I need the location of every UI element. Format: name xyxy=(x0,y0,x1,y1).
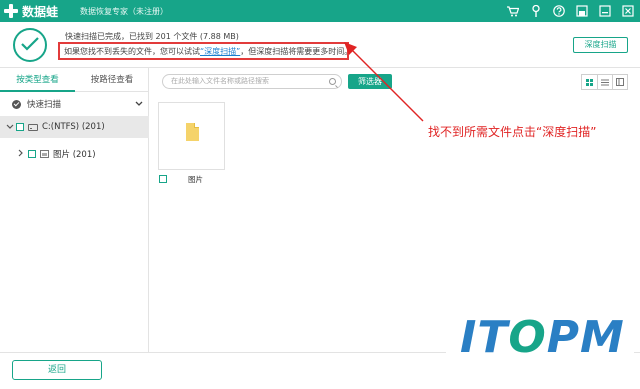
scan-result-text: 快速扫描已完成，已找到 201 个文件 (7.88 MB) xyxy=(65,32,239,41)
check-dot-icon xyxy=(12,99,21,109)
watermark: ITOPM xyxy=(446,312,634,382)
window-controls xyxy=(506,4,634,18)
file-thumbnail[interactable] xyxy=(158,102,225,170)
annotation-text: 找不到所需文件点击“深度扫描” xyxy=(428,125,597,139)
app-name: 数据蛙 xyxy=(22,4,59,19)
tree-item-pictures[interactable]: 图片 (201) xyxy=(0,144,149,164)
pictures-checkbox[interactable] xyxy=(28,150,36,158)
grid-view-icon[interactable] xyxy=(582,75,597,89)
folder-icon xyxy=(186,123,199,141)
plus-logo-icon xyxy=(4,4,18,18)
scan-status-area: 快速扫描已完成，已找到 201 个文件 (7.88 MB) 如果您找不到丢失的文… xyxy=(0,22,640,68)
deep-scan-link[interactable]: “深度扫描” xyxy=(200,47,240,56)
chevron-down-icon[interactable] xyxy=(6,123,16,132)
tree-item-drive-c[interactable]: C:(NTFS) (201) xyxy=(0,116,149,138)
deep-scan-hint: 如果您找不到丢失的文件，您可以试试“深度扫描”，但深度扫描将需要更多时间。 xyxy=(58,42,349,60)
chevron-down-icon xyxy=(135,100,143,109)
app-subtitle: 数据恢复专家（未注册） xyxy=(80,7,168,16)
hint-text-before: 如果您找不到丢失的文件，您可以试试 xyxy=(64,47,200,56)
wrench-icon[interactable] xyxy=(529,5,542,18)
annotation-arrow xyxy=(344,42,424,122)
drive-label: C:(NTFS) (201) xyxy=(42,122,105,132)
scan-mode-label: 快速扫描 xyxy=(27,100,62,110)
scan-complete-icon xyxy=(13,28,47,62)
search-placeholder: 在此处输入文件名称或路径搜索 xyxy=(171,77,269,85)
pictures-label: 图片 (201) xyxy=(53,150,96,160)
chevron-right-icon[interactable] xyxy=(18,149,28,159)
scan-mode-selector[interactable]: 快速扫描 xyxy=(0,94,149,114)
minimize-icon[interactable] xyxy=(598,5,611,18)
detail-view-icon[interactable] xyxy=(612,75,627,89)
deep-scan-button[interactable]: 深度扫描 xyxy=(573,37,628,53)
list-view-icon[interactable] xyxy=(597,75,612,89)
cart-icon[interactable] xyxy=(506,5,519,18)
save-icon[interactable] xyxy=(575,5,588,18)
left-panel: 按类型查看 按路径查看 快速扫描 C:(NTFS) (201) 图片 (201) xyxy=(0,68,149,352)
watermark-logo: ITOPM xyxy=(460,312,625,363)
item-label: 图片 xyxy=(188,175,203,184)
search-input[interactable]: 在此处输入文件名称或路径搜索 xyxy=(162,74,342,89)
close-icon[interactable] xyxy=(621,5,634,18)
drive-icon xyxy=(28,123,38,131)
drive-checkbox[interactable] xyxy=(16,123,24,131)
back-button[interactable]: 返回 xyxy=(12,360,102,380)
title-bar: 数据蛙 数据恢复专家（未注册） xyxy=(0,0,640,22)
view-mode-toggle xyxy=(581,74,628,90)
app-logo: 数据蛙 xyxy=(4,2,58,20)
item-checkbox[interactable] xyxy=(159,175,167,183)
image-icon xyxy=(40,150,49,158)
tab-by-path[interactable]: 按路径查看 xyxy=(75,68,149,92)
tab-by-type[interactable]: 按类型查看 xyxy=(0,68,75,92)
view-tabs: 按类型查看 按路径查看 xyxy=(0,68,149,92)
help-icon[interactable] xyxy=(552,5,565,18)
